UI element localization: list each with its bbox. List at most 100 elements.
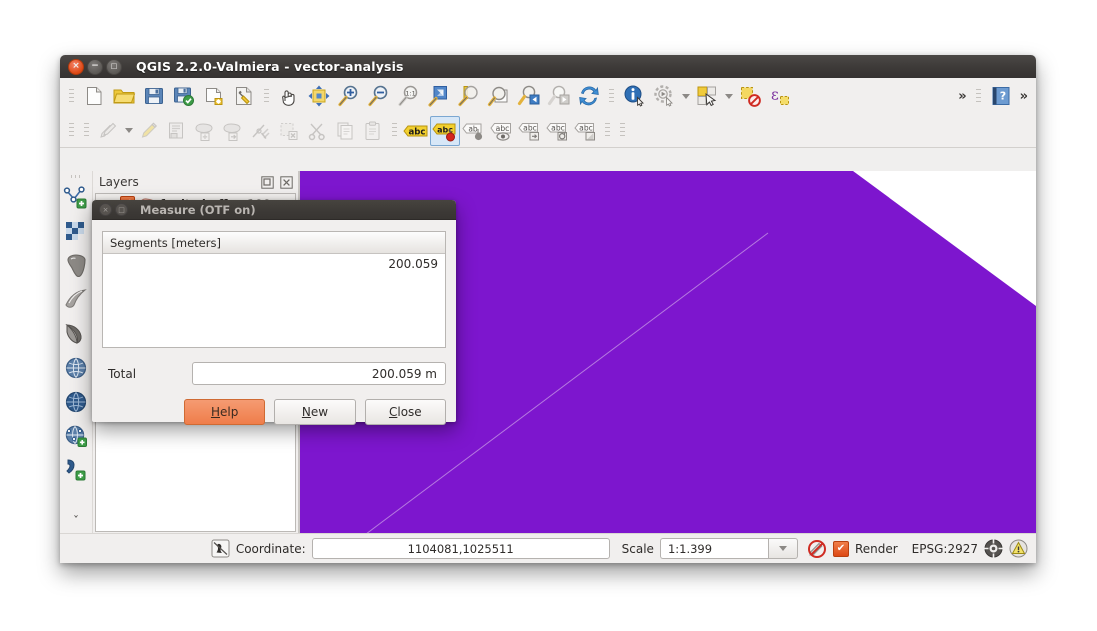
- stop-rendering-icon[interactable]: [807, 539, 827, 559]
- left-dock-grip[interactable]: [69, 173, 83, 179]
- chevron-down-icon: [681, 93, 690, 99]
- highlight-pinned-labels-button[interactable]: abc: [488, 117, 516, 145]
- segments-column-header[interactable]: Segments [meters]: [103, 232, 445, 254]
- scale-dropdown-button[interactable]: [767, 538, 798, 559]
- toggle-extents-icon[interactable]: [211, 539, 230, 558]
- node-tool-button[interactable]: [247, 117, 275, 145]
- svg-text:abc: abc: [408, 127, 425, 137]
- help-button[interactable]: Help: [184, 399, 266, 425]
- layers-panel-undock-button[interactable]: [260, 175, 275, 190]
- toolbar-grip-digitizing-2[interactable]: [83, 120, 90, 141]
- scale-value[interactable]: 1:1.399: [659, 538, 768, 559]
- toolbar-grip-attributes[interactable]: [608, 86, 615, 106]
- toolbar-grip-label[interactable]: [391, 120, 398, 141]
- run-feature-action-button[interactable]: [649, 81, 679, 111]
- pan-to-selection-button[interactable]: [304, 81, 334, 111]
- render-checkbox[interactable]: ✔: [832, 540, 849, 557]
- minimize-icon: −: [91, 61, 99, 71]
- zoom-full-button[interactable]: [424, 81, 454, 111]
- add-wms-layer-button[interactable]: [61, 351, 91, 385]
- rotate-label-button[interactable]: abc: [544, 117, 572, 145]
- cut-features-button[interactable]: [303, 117, 331, 145]
- new-print-composer-button[interactable]: [199, 81, 229, 111]
- window-minimize-button[interactable]: −: [87, 58, 103, 75]
- measure-dialog-titlebar[interactable]: × □ Measure (OTF on): [92, 200, 456, 220]
- run-feature-action-dropdown[interactable]: [679, 82, 692, 110]
- refresh-button[interactable]: [574, 81, 604, 111]
- measure-dialog-close-button[interactable]: ×: [99, 203, 112, 216]
- segment-value-row: 200.059: [388, 257, 438, 271]
- move-label-button[interactable]: abc: [516, 117, 544, 145]
- save-project-as-button[interactable]: [169, 81, 199, 111]
- copy-features-button[interactable]: [331, 117, 359, 145]
- deselect-features-button[interactable]: [735, 81, 765, 111]
- add-raster-layer-button[interactable]: [61, 215, 91, 249]
- select-features-button[interactable]: [692, 81, 722, 111]
- save-layer-edits-button[interactable]: [163, 117, 191, 145]
- toolbar-grip-navigation[interactable]: [263, 86, 270, 106]
- layer-labeling-options-button[interactable]: abc: [402, 117, 430, 145]
- toolbar-grip-help[interactable]: [974, 86, 982, 106]
- toolbar-overflow-help[interactable]: »: [1016, 89, 1032, 104]
- svg-text:abc: abc: [523, 123, 537, 132]
- crs-status-icon[interactable]: [984, 539, 1003, 558]
- scale-combobox[interactable]: 1:1.399: [659, 538, 798, 559]
- measure-dialog-maximize-button[interactable]: □: [115, 203, 128, 216]
- toggle-editing-dropdown[interactable]: [122, 117, 135, 145]
- pan-map-button[interactable]: [274, 81, 304, 111]
- add-vector-layer-button[interactable]: [61, 181, 91, 215]
- segments-table[interactable]: Segments [meters] 200.059: [102, 231, 446, 348]
- zoom-out-button[interactable]: [364, 81, 394, 111]
- new-button[interactable]: New: [274, 399, 356, 425]
- help-button[interactable]: ?: [986, 81, 1016, 111]
- window-maximize-button[interactable]: □: [106, 58, 122, 75]
- zoom-last-button[interactable]: [514, 81, 544, 111]
- toolbar-grip-end-2[interactable]: [619, 120, 626, 141]
- zoom-to-selection-button[interactable]: [454, 81, 484, 111]
- change-label-button[interactable]: abc: [572, 117, 600, 145]
- toolbar-grip-end-1[interactable]: [604, 120, 611, 141]
- composer-manager-button[interactable]: [229, 81, 259, 111]
- add-wcs-layer-button[interactable]: [61, 385, 91, 419]
- toolbar-grip-file[interactable]: [68, 86, 75, 106]
- delete-selected-button[interactable]: [275, 117, 303, 145]
- zoom-to-layer-button[interactable]: [484, 81, 514, 111]
- measure-dialog-body: Segments [meters] 200.059 Total 200.059 …: [92, 220, 456, 435]
- select-features-dropdown[interactable]: [722, 82, 735, 110]
- scale-label: Scale: [621, 541, 654, 556]
- layers-panel-close-button[interactable]: [279, 175, 294, 190]
- pin-labels-button[interactable]: abc: [430, 115, 460, 146]
- add-mssql-layer-button[interactable]: [61, 317, 91, 351]
- paste-features-button[interactable]: [359, 117, 387, 145]
- measure-dialog-buttons: Help New Close: [102, 399, 446, 425]
- messages-log-icon[interactable]: [1009, 539, 1028, 558]
- zoom-next-button[interactable]: [544, 81, 574, 111]
- toolbar-grip-digitizing[interactable]: [68, 120, 75, 141]
- move-feature-button[interactable]: [219, 117, 247, 145]
- coordinate-input[interactable]: 1104081,1025511: [311, 538, 610, 559]
- zoom-in-button[interactable]: [334, 81, 364, 111]
- close-button[interactable]: Close: [364, 399, 446, 425]
- add-wfs-layer-button[interactable]: [61, 419, 91, 453]
- identify-features-button[interactable]: [619, 81, 649, 111]
- zoom-native-button[interactable]: 1:1: [394, 81, 424, 111]
- add-postgis-layer-button[interactable]: [61, 249, 91, 283]
- new-project-button[interactable]: [79, 81, 109, 111]
- toolbar-overflow-attributes[interactable]: »: [954, 89, 970, 104]
- add-delimited-text-layer-button[interactable]: [61, 453, 91, 487]
- window-titlebar[interactable]: × − □ QGIS 2.2.0-Valmiera - vector-analy…: [60, 55, 1036, 79]
- close-icon: ×: [72, 61, 80, 71]
- add-feature-button[interactable]: [191, 117, 219, 145]
- current-edits-button[interactable]: [135, 117, 163, 145]
- check-icon: ✔: [836, 543, 846, 554]
- field-calculator-button[interactable]: ε: [765, 81, 795, 111]
- add-spatialite-layer-button[interactable]: [61, 283, 91, 317]
- open-project-button[interactable]: [109, 81, 139, 111]
- show-hide-labels-button[interactable]: ab: [460, 117, 488, 145]
- left-dock-more-button[interactable]: ˇ: [60, 514, 92, 528]
- window-close-button[interactable]: ×: [68, 58, 84, 75]
- toggle-editing-button[interactable]: [94, 117, 122, 145]
- save-project-button[interactable]: [139, 81, 169, 111]
- svg-text:ε: ε: [771, 86, 779, 104]
- close-button-label: lose: [397, 405, 422, 419]
